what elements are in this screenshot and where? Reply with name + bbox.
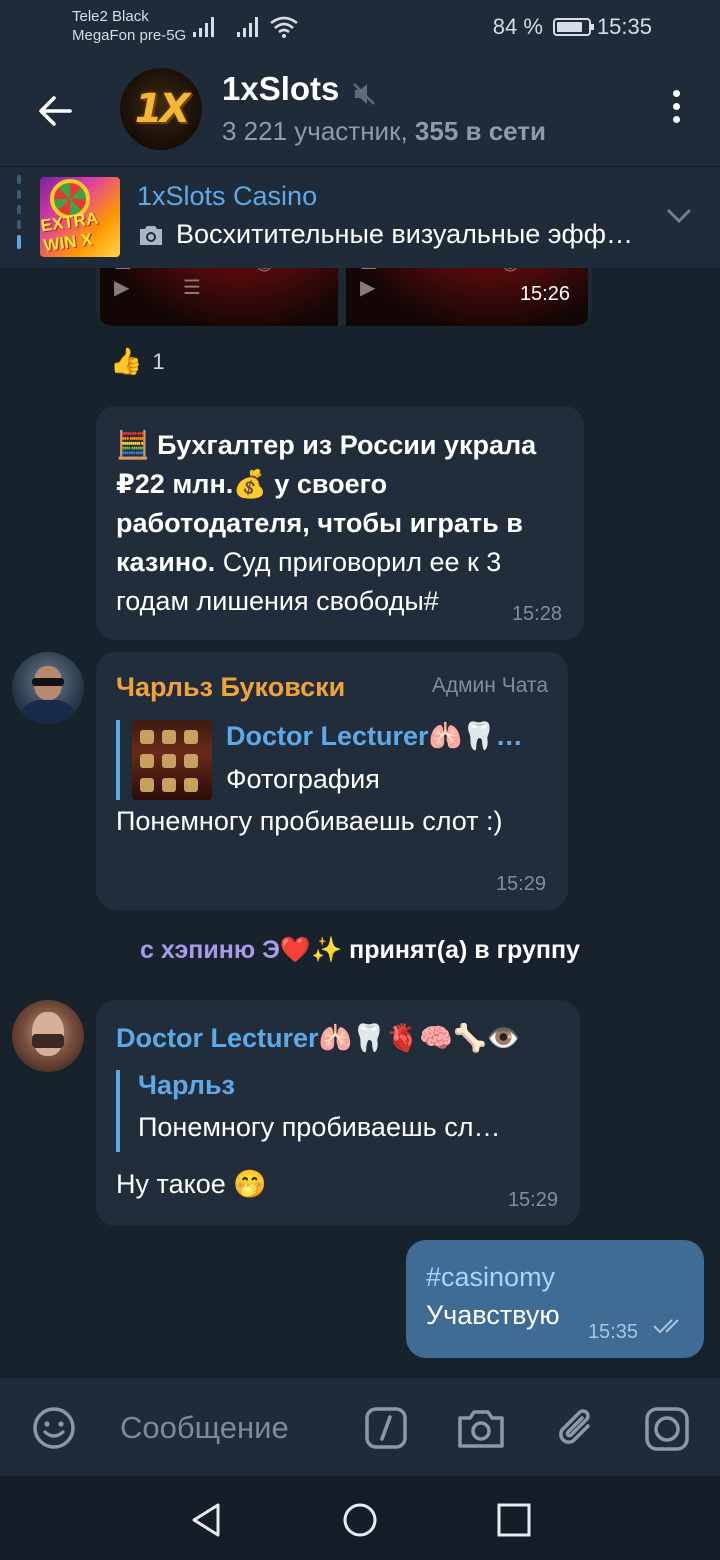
nav-recents-icon[interactable] — [494, 1500, 534, 1545]
carrier-info: Tele2 Black MegaFon pre-5G — [72, 7, 186, 45]
message-time: 15:29 — [495, 873, 546, 895]
money-bag-icon: 💰 — [233, 469, 267, 499]
service-action: принят(а) в группу — [342, 936, 580, 964]
online-count: 355 в сети — [414, 116, 547, 146]
pinned-message[interactable]: EXTRA WIN X 1xSlots Casino Восхитительны… — [0, 166, 720, 268]
pin-indicator-segment — [17, 190, 21, 199]
message-time: 15:35 — [587, 1321, 638, 1343]
sender-name[interactable]: Чарльз Буковски — [116, 672, 345, 703]
reply-text: Понемногу пробиваешь сл… — [138, 1112, 501, 1142]
chevron-down-icon[interactable] — [666, 207, 692, 230]
message-input-bar: Сообщение — [0, 1378, 720, 1476]
pin-indicator-segment — [17, 205, 21, 214]
carrier-1: Tele2 Black — [72, 8, 149, 25]
back-button[interactable] — [30, 86, 80, 136]
system-nav-bar — [0, 1476, 720, 1560]
message-time: 15:26 — [519, 283, 570, 305]
abacus-icon: 🧮 — [116, 430, 150, 460]
emoji-icon[interactable] — [32, 1406, 76, 1455]
carrier-2: MegaFon pre-5G — [72, 27, 187, 44]
album-photo[interactable]: ☰ ↻ ◉ ▶ ☰ — [100, 268, 338, 326]
nav-back-icon[interactable] — [186, 1500, 226, 1545]
message-list[interactable]: ☰ ↻ ◉ ▶ ☰ ☰ ↻ ◉ ▶ 15:26 👍 1 🧮 Бухгалтер … — [0, 268, 720, 1378]
pinned-thumbnail: EXTRA WIN X — [40, 177, 120, 257]
pin-indicator-segment — [17, 235, 21, 249]
bot-command-icon[interactable] — [364, 1406, 408, 1455]
pin-indicator-segment — [17, 220, 21, 229]
dot-icon — [672, 103, 680, 110]
attach-icon[interactable] — [556, 1406, 596, 1455]
hashtag-link[interactable]: #casinomy — [426, 1262, 555, 1293]
battery-percent: 84 % — [492, 14, 543, 39]
user-message[interactable]: Doctor Lecturer🫁🦷🫀🧠🦴👁️ Чарльз Понемногу … — [96, 1000, 580, 1226]
chat-header: 1X 1xSlots 3 221 участник, 355 в сети — [0, 54, 720, 166]
channel-message[interactable]: 🧮 Бухгалтер из России украла ₽22 млн.💰 у… — [96, 406, 584, 640]
photo-album-message[interactable]: ☰ ↻ ◉ ▶ ☰ ☰ ↻ ◉ ▶ 15:26 — [96, 268, 592, 326]
reply-text: Фотография — [226, 764, 380, 794]
more-options-button[interactable] — [668, 90, 684, 130]
double-check-icon — [652, 1317, 686, 1340]
reaction-chip[interactable]: 👍 1 — [110, 346, 165, 377]
reply-sender: Чарльз — [138, 1070, 235, 1100]
service-user[interactable]: с хэпиню Э❤️✨ — [140, 936, 342, 964]
nav-home-icon[interactable] — [340, 1500, 380, 1545]
mute-icon — [350, 80, 378, 113]
thumbs-up-icon: 👍 — [110, 346, 143, 376]
camera-icon — [137, 223, 165, 252]
thumbnail-text: EXTRA WIN X — [40, 208, 99, 256]
members-count: 3 221 участник, — [222, 116, 415, 146]
message-text: Ну такое 🤭 — [116, 1169, 267, 1199]
reply-sender: Doctor Lecturer🫁🦷… — [226, 721, 523, 751]
service-message: с хэпиню Э❤️✨ принят(а) в группу — [0, 936, 720, 965]
chat-title[interactable]: 1xSlots — [222, 70, 339, 108]
avatar[interactable] — [12, 652, 84, 724]
reply-thumbnail — [132, 720, 212, 800]
wifi-icon — [270, 16, 298, 38]
pin-indicator-segment — [17, 175, 21, 184]
chat-avatar[interactable]: 1X — [120, 68, 202, 150]
pinned-text: Восхитительные визуальные эффекты — [176, 219, 646, 249]
reply-preview[interactable]: Чарльз Понемногу пробиваешь сл… — [116, 1070, 556, 1152]
arrow-left-icon — [39, 96, 72, 126]
message-input[interactable]: Сообщение — [120, 1410, 289, 1446]
outgoing-message[interactable]: #casinomy Учавствую 15:35 — [406, 1240, 704, 1358]
chat-subtitle: 3 221 участник, 355 в сети — [222, 116, 546, 147]
reaction-count: 1 — [152, 348, 165, 374]
chat-avatar-logo: 1X — [134, 86, 191, 132]
avatar[interactable] — [12, 1000, 84, 1072]
admin-badge: Админ Чата — [431, 674, 548, 697]
message-time: 15:28 — [511, 603, 562, 625]
message-time: 15:29 — [507, 1189, 558, 1211]
camera-icon[interactable] — [456, 1406, 506, 1455]
sender-name[interactable]: Doctor Lecturer🫁🦷🫀🧠🦴👁️ — [116, 1022, 520, 1054]
message-text: 🧮 Бухгалтер из России украла ₽22 млн.💰 у… — [116, 426, 564, 621]
status-right: 84 % 15:35 — [493, 14, 652, 40]
video-message-icon[interactable] — [644, 1406, 690, 1457]
signal-icon — [237, 17, 259, 37]
clock: 15:35 — [596, 14, 652, 39]
dot-icon — [672, 90, 680, 97]
message-text: Учавствую — [426, 1300, 560, 1330]
reply-preview[interactable]: Doctor Lecturer🫁🦷… Фотография — [116, 720, 546, 800]
status-bar: Tele2 Black MegaFon pre-5G 84 % 15:35 — [0, 0, 720, 54]
battery-icon — [552, 18, 594, 36]
dot-icon — [672, 116, 680, 123]
user-message[interactable]: Чарльз Буковски Админ Чата Doctor Lectur… — [96, 652, 568, 910]
pinned-indicator — [17, 175, 21, 261]
pinned-title: 1xSlots Casino — [137, 181, 318, 211]
message-text: Понемногу пробиваешь слот :) — [116, 806, 503, 836]
signal-icon — [193, 17, 214, 37]
signal-icons — [192, 16, 299, 38]
